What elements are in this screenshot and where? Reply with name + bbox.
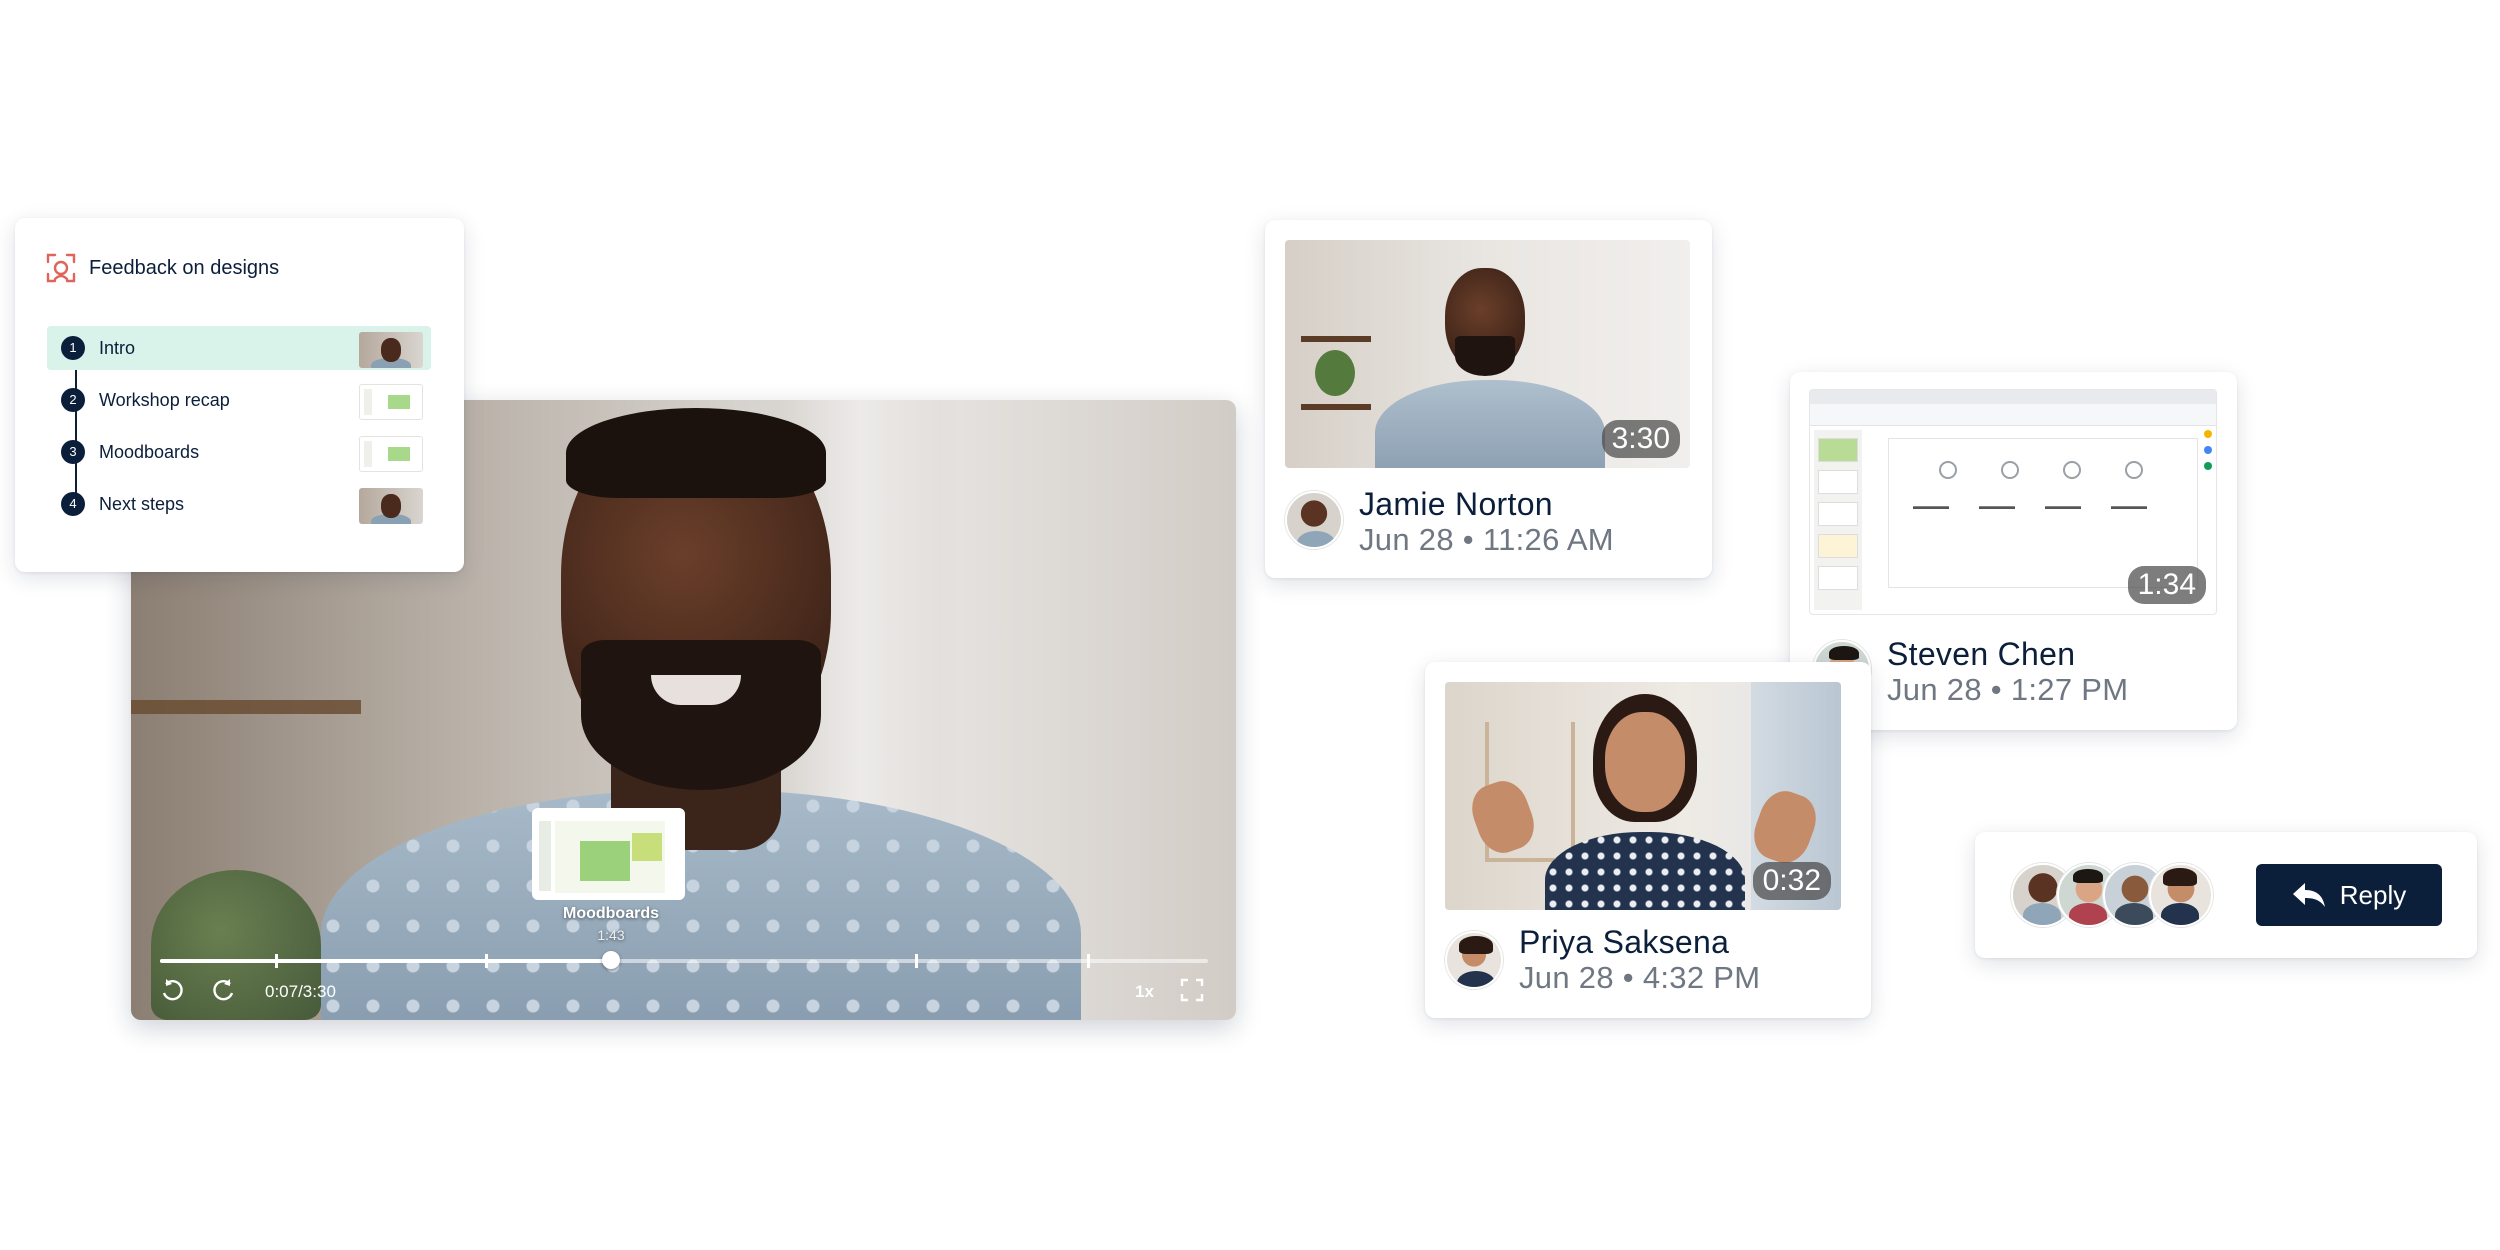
- screen-record-icon: [46, 253, 76, 283]
- reply-bar: Reply: [1975, 832, 2477, 958]
- chapter-thumbnail: [359, 436, 423, 472]
- rewind-icon[interactable]: [159, 978, 185, 1010]
- author-name: Priya Saksena: [1519, 924, 1730, 960]
- video-duration: 1:34: [2127, 566, 2206, 604]
- chapter-marker[interactable]: [914, 954, 918, 968]
- fullscreen-icon[interactable]: [1180, 978, 1204, 1008]
- chapter-preview-thumbnail: [532, 808, 685, 900]
- video-thumbnail[interactable]: 3:30: [1285, 240, 1690, 468]
- avatar: [1445, 931, 1503, 989]
- chapter-item[interactable]: 1 Intro: [47, 326, 431, 370]
- video-date: Jun 28 • 4:32 PM: [1519, 960, 1761, 995]
- avatar: [1285, 491, 1343, 549]
- chapter-label: Moodboards: [99, 442, 200, 462]
- chapter-label: Intro: [99, 338, 136, 358]
- reply-arrow-icon: [2292, 883, 2325, 907]
- participant-avatars: [2011, 863, 2213, 927]
- chapter-number: 2: [61, 388, 85, 412]
- author-name: Jamie Norton: [1359, 486, 1553, 522]
- video-thumbnail[interactable]: ▬▬▬▬ ▬▬▬▬ ▬▬▬▬ ▬▬▬▬ 1:34: [1809, 389, 2217, 615]
- chapter-label: Workshop recap: [99, 390, 230, 410]
- video-thumbnail[interactable]: 0:32: [1445, 682, 1841, 910]
- chapter-preview-time: 1:43: [597, 927, 625, 943]
- chapter-marker[interactable]: [275, 954, 279, 968]
- video-duration: 0:32: [1752, 862, 1831, 900]
- video-duration: 3:30: [1601, 420, 1680, 458]
- playback-speed-button[interactable]: 1x: [1135, 982, 1154, 1002]
- video-date: Jun 28 • 11:26 AM: [1359, 522, 1614, 557]
- chapter-number: 4: [61, 492, 85, 516]
- time-readout: 0:07/3:30: [265, 982, 336, 1001]
- author-name: Steven Chen: [1887, 636, 2076, 672]
- chapter-item[interactable]: 3 Moodboards: [47, 430, 431, 474]
- chapter-thumbnail: [359, 332, 423, 368]
- video-card-jamie[interactable]: 3:30 Jamie Norton Jun 28 • 11:26 AM: [1265, 220, 1712, 578]
- chapter-item[interactable]: 2 Workshop recap: [47, 378, 431, 422]
- chapter-thumbnail: [359, 488, 423, 524]
- chapters-header: Feedback on designs: [45, 252, 279, 284]
- chapter-marker[interactable]: [484, 954, 488, 968]
- chapter-item[interactable]: 4 Next steps: [47, 482, 431, 526]
- background-shelf: [131, 700, 361, 714]
- reply-label: Reply: [2339, 879, 2407, 910]
- reply-button[interactable]: Reply: [2256, 864, 2442, 926]
- chapter-preview-label: Moodboards: [563, 905, 659, 922]
- chapter-label: Next steps: [99, 494, 185, 514]
- chapters-title: Feedback on designs: [89, 256, 280, 279]
- chapter-number: 3: [61, 440, 85, 464]
- forward-icon[interactable]: [211, 978, 237, 1010]
- avatar: [2149, 863, 2213, 927]
- video-card-priya[interactable]: 0:32 Priya Saksena Jun 28 • 4:32 PM: [1425, 662, 1871, 1018]
- progress-fill: [160, 959, 611, 963]
- chapter-marker[interactable]: [1087, 954, 1091, 968]
- progress-bar[interactable]: [160, 951, 1208, 969]
- video-date: Jun 28 • 1:27 PM: [1887, 672, 2129, 707]
- chapter-thumbnail: [359, 384, 423, 420]
- chapter-number: 1: [61, 336, 85, 360]
